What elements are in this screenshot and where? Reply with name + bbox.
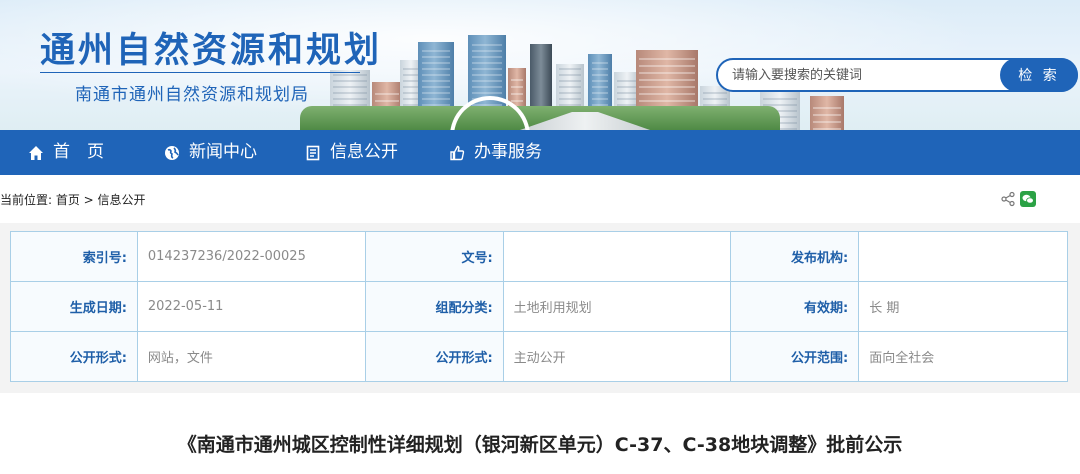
publisher-value xyxy=(858,231,1068,282)
created-date-label: 生成日期: xyxy=(10,281,138,332)
globe-icon xyxy=(163,144,181,162)
disclosure-form-value: 网站，文件 xyxy=(136,331,366,382)
search-button[interactable]: 检 索 xyxy=(1000,58,1078,92)
search-box: 检 索 xyxy=(716,58,1078,92)
index-number-label: 索引号: xyxy=(10,231,138,282)
wechat-icon[interactable] xyxy=(1020,191,1036,207)
breadcrumb-row: 当前位置: 首页 > 信息公开 xyxy=(0,175,1080,223)
content-gap xyxy=(0,393,1080,405)
nav-item-news[interactable]: 新闻中心 xyxy=(163,130,257,175)
document-icon xyxy=(304,144,322,162)
search-input[interactable] xyxy=(732,60,992,90)
disclosure-method-label: 公开形式: xyxy=(364,331,504,382)
disclosure-scope-value: 面向全社会 xyxy=(858,331,1068,382)
disclosure-form-label: 公开形式: xyxy=(10,331,138,382)
site-title: 通州自然资源和规划 xyxy=(40,31,383,71)
share-icon[interactable] xyxy=(1000,191,1016,207)
category-label: 组配分类: xyxy=(364,281,504,332)
header-banner: 通州自然资源和规划 南通市通州自然资源和规划局 检 索 xyxy=(0,0,1080,130)
validity-value: 长 期 xyxy=(858,281,1068,332)
site-subtitle: 南通市通州自然资源和规划局 xyxy=(75,85,309,105)
nav-item-home[interactable]: 首 页 xyxy=(27,130,104,175)
publisher-label: 发布机构: xyxy=(730,231,860,282)
nav-item-label: 新闻中心 xyxy=(189,142,257,162)
disclosure-scope-label: 公开范围: xyxy=(730,331,860,382)
title-divider xyxy=(40,72,360,73)
disclosure-method-value: 主动公开 xyxy=(502,331,732,382)
table-row: 索引号: 014237236/2022-00025 文号: 发布机构: xyxy=(10,231,1068,282)
breadcrumb: 当前位置: 首页 > 信息公开 xyxy=(0,193,146,207)
nav-item-label: 信息公开 xyxy=(330,142,398,162)
home-icon xyxy=(27,144,45,162)
nav-item-info[interactable]: 信息公开 xyxy=(304,130,398,175)
category-value: 土地利用规划 xyxy=(502,281,732,332)
table-row: 生成日期: 2022-05-11 组配分类: 土地利用规划 有效期: 长 期 xyxy=(10,281,1068,332)
info-panel: 索引号: 014237236/2022-00025 文号: 发布机构: 生成日期… xyxy=(0,223,1080,393)
table-row: 公开形式: 网站，文件 公开形式: 主动公开 公开范围: 面向全社会 xyxy=(10,331,1068,382)
nav-item-label: 办事服务 xyxy=(474,142,542,162)
created-date-value: 2022-05-11 xyxy=(136,281,366,332)
main-nav: 首 页 新闻中心 信息公开 办事服务 xyxy=(0,130,1080,175)
thumbs-up-icon xyxy=(448,144,466,162)
document-number-value xyxy=(502,231,732,282)
nav-item-services[interactable]: 办事服务 xyxy=(448,130,542,175)
document-title: 《南通市通州城区控制性详细规划（银河新区单元）C-37、C-38地块调整》批前公… xyxy=(177,434,903,456)
validity-label: 有效期: xyxy=(730,281,860,332)
nav-item-label: 首 页 xyxy=(53,142,104,162)
document-number-label: 文号: xyxy=(364,231,504,282)
index-number-value: 014237236/2022-00025 xyxy=(136,231,366,282)
info-table: 索引号: 014237236/2022-00025 文号: 发布机构: 生成日期… xyxy=(10,231,1068,382)
